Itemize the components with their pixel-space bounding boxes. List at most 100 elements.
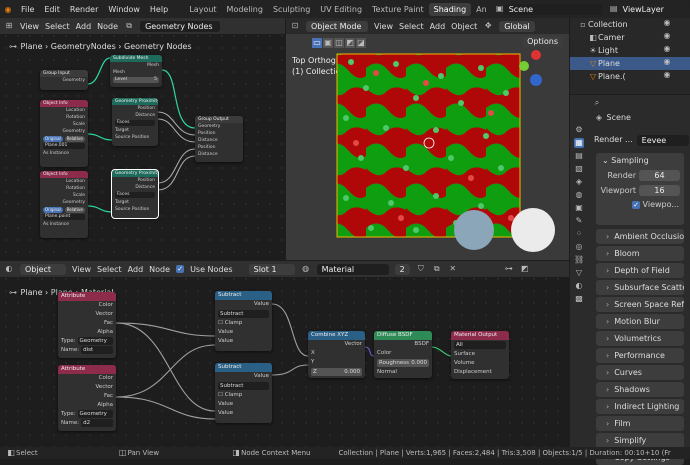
- socket-vector[interactable]: Vector: [308, 340, 365, 349]
- as-instance-checkbox[interactable]: As Instance: [40, 221, 88, 228]
- socket-bsdf[interactable]: BSDF: [374, 340, 432, 349]
- original-toggle[interactable]: Original: [43, 136, 63, 142]
- socket-color[interactable]: Color: [58, 301, 116, 310]
- geometry-proximity-node-1[interactable]: Geometry Proximity Position Distance Fac…: [112, 98, 158, 146]
- tab-texture-paint[interactable]: Texture Paint: [367, 3, 429, 16]
- socket-geometry[interactable]: Geometry: [40, 77, 88, 84]
- tab-layout[interactable]: Layout: [184, 3, 221, 16]
- socket-value-out[interactable]: Value: [215, 300, 272, 309]
- socket-mesh-out[interactable]: Mesh: [110, 62, 162, 69]
- object-info-node-2[interactable]: Object Info Location Rotation Scale Geom…: [40, 171, 88, 238]
- socket-mesh-in[interactable]: Mesh: [110, 69, 162, 76]
- socket-alpha[interactable]: Alpha: [58, 401, 116, 410]
- combine-xyz-node[interactable]: Combine XYZ Vector X Y Z 0.000: [308, 331, 365, 378]
- visibility-eye-icon[interactable]: ◉: [662, 57, 672, 67]
- sampling-header[interactable]: ⌄ Sampling: [596, 153, 684, 168]
- socket-geometry[interactable]: Geometry: [40, 128, 88, 135]
- socket-value-2[interactable]: Value: [215, 409, 272, 418]
- modifier-tab-icon[interactable]: ✎: [574, 216, 584, 226]
- panel-simplify[interactable]: Simplify: [596, 433, 684, 448]
- tab-sculpting[interactable]: Sculpting: [268, 3, 315, 16]
- visibility-eye-icon[interactable]: ◉: [662, 70, 672, 80]
- visibility-eye-icon[interactable]: ◉: [662, 18, 672, 28]
- operation-dropdown[interactable]: Subtract: [218, 382, 269, 390]
- socket-value-2[interactable]: Value: [215, 337, 272, 346]
- geometry-proximity-node-2[interactable]: Geometry Proximity Position Distance Fac…: [111, 169, 159, 219]
- operation-dropdown[interactable]: Subtract: [218, 310, 269, 318]
- socket-volume[interactable]: Volume: [451, 359, 509, 368]
- panel-film[interactable]: Film: [596, 416, 684, 431]
- properties-search[interactable]: ⌕: [592, 98, 602, 108]
- socket-rotation[interactable]: Rotation: [40, 185, 88, 192]
- socket-color[interactable]: Color: [58, 374, 116, 383]
- socket-distance-2[interactable]: Distance: [195, 151, 243, 158]
- panel-indirect-lighting[interactable]: Indirect Lighting: [596, 399, 684, 414]
- object-tab-icon[interactable]: ▣: [574, 203, 584, 213]
- subdivide-mesh-node[interactable]: Subdivide Mesh Mesh Mesh Level 5: [110, 55, 162, 87]
- socket-vector[interactable]: Vector: [58, 383, 116, 392]
- clamp-checkbox[interactable]: ☐ Clamp: [215, 319, 272, 328]
- panel-bloom[interactable]: Bloom: [596, 246, 684, 261]
- outliner-row-plane[interactable]: ▽ Plane ◉: [570, 57, 690, 70]
- socket-x[interactable]: X: [308, 349, 365, 358]
- panel-subsurface-scattering[interactable]: Subsurface Scattering: [596, 280, 684, 295]
- 3d-viewport[interactable]: ⊡ Object Mode View Select Add Object ✥ G…: [286, 18, 569, 260]
- socket-distance[interactable]: Distance: [195, 137, 243, 144]
- view-layer-tab-icon[interactable]: ▧: [574, 164, 584, 174]
- render-tab-icon[interactable]: ▦: [574, 138, 584, 148]
- mode-dropdown[interactable]: Faces: [115, 120, 155, 126]
- socket-distance[interactable]: Distance: [112, 184, 158, 191]
- object-field[interactable]: Plane.001: [43, 143, 85, 149]
- denoise-checkbox[interactable]: ✓: [632, 201, 640, 209]
- sampling-panel[interactable]: ⌄ Sampling Render 64 Viewport 16 ✓ Viewpo.…: [596, 153, 684, 225]
- menu-render[interactable]: Render: [65, 5, 103, 14]
- panel-performance[interactable]: Performance: [596, 348, 684, 363]
- tab-animation[interactable]: An: [471, 3, 492, 16]
- render-samples-field[interactable]: 64: [639, 170, 680, 181]
- tab-shading[interactable]: Shading: [428, 2, 472, 16]
- socket-target[interactable]: Target: [112, 199, 158, 206]
- material-output-node[interactable]: Material Output All Surface Volume Displ…: [451, 331, 509, 379]
- properties-editor[interactable]: ⚙ ▦ ▤ ▧ ◈ ◍ ▣ ✎ ⁘ ◎ ⛓ ▽ ◐ ▩ ⌕ ◈ Scene Re…: [570, 95, 690, 465]
- menu-file[interactable]: File: [16, 5, 39, 14]
- panel-ambient-occlusion[interactable]: Ambient Occlusion: [596, 229, 684, 244]
- socket-rotation[interactable]: Rotation: [40, 114, 88, 121]
- mode-dropdown[interactable]: Faces: [115, 192, 155, 198]
- menu-window[interactable]: Window: [103, 5, 145, 14]
- socket-target[interactable]: Target: [112, 127, 158, 134]
- socket-surface[interactable]: Surface: [451, 350, 509, 359]
- outliner-row-collection[interactable]: ▫ Collection ◉: [570, 18, 690, 31]
- shader-node-editor[interactable]: ◐ Object View Select Add Node ✓ Use Node…: [0, 261, 569, 447]
- geometry-node-editor[interactable]: ⊞ View Select Add Node ⧉ Geometry Nodes …: [0, 18, 285, 260]
- menu-help[interactable]: Help: [145, 5, 173, 14]
- roughness-field[interactable]: Roughness 0.000: [377, 359, 429, 367]
- object-field[interactable]: Plane.point: [43, 214, 85, 220]
- attribute-node-2[interactable]: Attribute Color Vector Fac Alpha Type: Ge…: [58, 365, 116, 431]
- name-field[interactable]: d2: [81, 419, 113, 427]
- socket-displacement[interactable]: Displacement: [451, 368, 509, 377]
- output-tab-icon[interactable]: ▤: [574, 151, 584, 161]
- outliner[interactable]: ▫ Collection ◉ ◧Camer ◉ ☀Light ◉ ▽ Plane ◉ ▽ Pl…: [570, 18, 690, 94]
- viewport-denoise-row[interactable]: ✓ Viewpo...: [596, 198, 684, 209]
- tab-uv-editing[interactable]: UV Editing: [315, 3, 367, 16]
- original-toggle[interactable]: Original: [43, 207, 63, 213]
- socket-location[interactable]: Location: [40, 107, 88, 114]
- object-info-node-1[interactable]: Object Info Location Rotation Scale Geom…: [40, 100, 88, 167]
- visibility-eye-icon[interactable]: ◉: [662, 31, 672, 41]
- socket-position-2[interactable]: Position: [195, 144, 243, 151]
- view-layer-selector[interactable]: ViewLayer: [617, 3, 690, 15]
- socket-value-out[interactable]: Value: [215, 372, 272, 381]
- scene-selector[interactable]: Scene: [503, 3, 602, 15]
- socket-fac[interactable]: Fac: [58, 319, 116, 328]
- socket-color[interactable]: Color: [374, 349, 432, 358]
- name-field[interactable]: dist: [81, 346, 113, 354]
- diffuse-bsdf-node[interactable]: Diffuse BSDF BSDF Color Roughness 0.000 N…: [374, 331, 432, 378]
- level-field[interactable]: Level 5: [113, 77, 159, 83]
- panel-screen-space-reflections[interactable]: Screen Space Reflect: [596, 297, 684, 312]
- visibility-eye-icon[interactable]: ◉: [662, 44, 672, 54]
- panel-curves[interactable]: Curves: [596, 365, 684, 380]
- socket-value-1[interactable]: Value: [215, 400, 272, 409]
- scene-tab-icon[interactable]: ◈: [574, 177, 584, 187]
- panel-shadows[interactable]: Shadows: [596, 382, 684, 397]
- relative-toggle[interactable]: Relative: [64, 207, 85, 213]
